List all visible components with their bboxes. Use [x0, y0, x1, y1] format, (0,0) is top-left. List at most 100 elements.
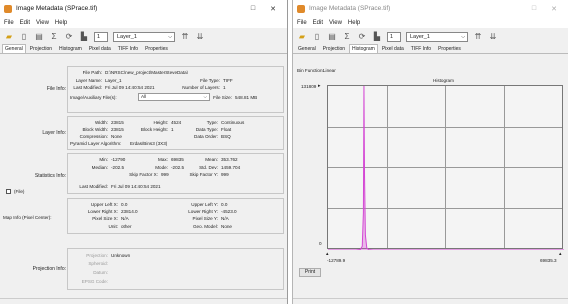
sigma-icon[interactable]: Σ	[342, 32, 352, 41]
new-file-icon[interactable]: ▯	[19, 32, 29, 41]
print-button[interactable]: Print	[299, 268, 321, 277]
histogram-icon[interactable]: ▙	[372, 32, 382, 41]
tab-general[interactable]: General	[295, 44, 319, 53]
refresh-icon[interactable]: ⟳	[64, 32, 74, 41]
last-layer-icon[interactable]: ⇊	[488, 32, 498, 41]
mode-label: Mode:	[155, 165, 168, 170]
layer-select[interactable]: Layer_1 ⌵	[113, 31, 175, 42]
datum-label: Datum:	[93, 270, 108, 275]
new-file-icon[interactable]: ▯	[312, 32, 322, 41]
file-size-value: 548.81 MB	[235, 95, 258, 100]
tab-bar: General Projection Histogram Pixel data …	[293, 44, 568, 54]
open-folder-icon[interactable]: ▰	[297, 32, 307, 41]
map-info-label: Map Info (Pixel Center):	[3, 215, 52, 220]
epsg-code-label: EPSG Code:	[81, 279, 108, 284]
menu-file[interactable]: File	[4, 20, 14, 26]
menu-edit[interactable]: Edit	[313, 20, 323, 26]
app-icon	[297, 4, 305, 13]
upper-left-x-label: Upper Left X:	[90, 202, 118, 207]
title-bar: Image Metadata (SPrace.tif) □ ✕	[0, 0, 287, 17]
menu-edit[interactable]: Edit	[20, 20, 30, 26]
maximize-button[interactable]: □	[243, 5, 263, 12]
layer-select[interactable]: Layer_1 ⌵	[406, 31, 468, 42]
projection-info-section: Projection Info: Projection: Unknown Sph…	[0, 248, 287, 290]
tab-tiff-info[interactable]: TIFF Info	[115, 44, 141, 53]
file-size-label: File Size:	[213, 95, 232, 100]
projection-info-label: Projection Info:	[32, 266, 66, 272]
upper-left-y-value: 0.0	[221, 202, 228, 207]
tab-histogram[interactable]: Histogram	[56, 44, 85, 53]
x-max-tick-label: 69835.3	[540, 258, 557, 263]
geo-model-value: None	[221, 224, 232, 229]
menu-view[interactable]: View	[329, 20, 342, 26]
block-height-value: 1	[171, 127, 174, 132]
tab-pixel-data[interactable]: Pixel data	[379, 44, 407, 53]
width-label: Width:	[94, 120, 108, 125]
first-layer-icon[interactable]: ⇈	[473, 32, 483, 41]
x-min-arrow-icon: ▴	[326, 251, 329, 257]
tab-tiff-info[interactable]: TIFF Info	[408, 44, 434, 53]
file-info-box: File Path: D:\NRSC\new_project\MasterSte…	[67, 66, 284, 113]
close-button[interactable]: ✕	[263, 5, 283, 13]
stddev-label: Std. Dev:	[199, 165, 218, 170]
layer-number-stepper[interactable]: 1	[387, 31, 401, 42]
lower-right-y-value: -4523.0	[221, 209, 237, 214]
skip-y-label: Skip Factor Y:	[189, 172, 218, 177]
stats-last-modified-label: Last Modified:	[79, 184, 108, 189]
histogram-plot[interactable]	[327, 85, 564, 250]
chevron-down-icon: ⌵	[203, 94, 207, 99]
menu-bar: File Edit View Help	[0, 17, 287, 28]
last-modified-value: Fri Jul 09 14:40:54 2021	[105, 85, 155, 90]
tab-bar: General Projection Histogram Pixel data …	[0, 44, 287, 54]
close-button[interactable]: ✕	[544, 5, 564, 13]
file-checkbox[interactable]	[6, 189, 11, 194]
data-order-label: Data Order:	[194, 134, 218, 139]
first-layer-icon[interactable]: ⇈	[180, 32, 190, 41]
window-title: Image Metadata (SPrace.tif)	[16, 5, 98, 12]
tab-general[interactable]: General	[2, 44, 26, 53]
menu-help[interactable]: Help	[348, 20, 360, 26]
bin-function-label: Bin Function:	[297, 68, 324, 73]
block-width-label: Block Width:	[82, 127, 108, 132]
tab-properties[interactable]: Properties	[435, 44, 464, 53]
mean-value: 353.762	[221, 157, 238, 162]
maximize-button[interactable]: □	[524, 5, 544, 12]
print-icon[interactable]: ▤	[34, 32, 44, 41]
data-type-label: Data Type:	[195, 127, 218, 132]
menu-view[interactable]: View	[36, 20, 49, 26]
compression-value: None	[111, 134, 122, 139]
menu-help[interactable]: Help	[55, 20, 67, 26]
block-width-value: 23815	[111, 127, 124, 132]
tab-projection[interactable]: Projection	[27, 44, 55, 53]
statistics-box: Min: -12790 Max: 69835 Mean: 353.762 Med…	[67, 153, 284, 194]
tab-projection[interactable]: Projection	[320, 44, 348, 53]
menu-file[interactable]: File	[297, 20, 307, 26]
height-value: 4524	[171, 120, 182, 125]
pyramid-value: Erdas/Bins3 (3X3)	[130, 141, 168, 146]
sigma-icon[interactable]: Σ	[49, 32, 59, 41]
data-type-value: Float	[221, 127, 232, 132]
lower-right-x-label: Lower Right X:	[87, 209, 118, 214]
print-icon[interactable]: ▤	[327, 32, 337, 41]
layer-number-stepper[interactable]: 1	[94, 31, 108, 42]
tab-histogram[interactable]: Histogram	[349, 44, 378, 53]
histogram-icon[interactable]: ▙	[79, 32, 89, 41]
projection-info-box: Projection: Unknown Spheroid: Datum: EPS…	[67, 248, 284, 290]
pixel-size-x-label: Pixel Size X:	[92, 216, 118, 221]
file-info-label: File Info:	[46, 86, 66, 92]
tab-properties[interactable]: Properties	[142, 44, 171, 53]
pixel-size-y-value: N/A	[221, 216, 229, 221]
num-layers-value: 1	[223, 85, 226, 90]
aux-files-select[interactable]: All ⌵	[138, 93, 210, 101]
pixel-size-y-label: Pixel Size Y:	[192, 216, 218, 221]
projection-value: Unknown	[111, 253, 131, 258]
map-info-section: Map Info (Pixel Center): Upper Left X: 0…	[0, 198, 287, 234]
refresh-icon[interactable]: ⟳	[357, 32, 367, 41]
x-min-tick-label: -12789.9	[327, 258, 346, 263]
lower-right-y-label: Lower Right Y:	[188, 209, 218, 214]
width-value: 23815	[111, 120, 124, 125]
block-height-label: Block Height:	[140, 127, 168, 132]
open-folder-icon[interactable]: ▰	[4, 32, 14, 41]
tab-pixel-data[interactable]: Pixel data	[86, 44, 114, 53]
last-layer-icon[interactable]: ⇊	[195, 32, 205, 41]
